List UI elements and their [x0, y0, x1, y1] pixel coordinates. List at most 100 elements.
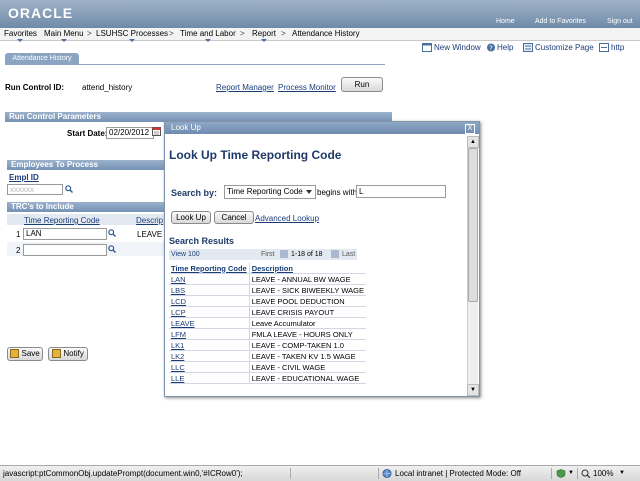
calendar-icon[interactable]: [152, 127, 161, 136]
search-results-table: Time Reporting Code Description LAN LEAVE…: [169, 263, 366, 384]
trc-row-number: 1: [16, 230, 21, 239]
scroll-down-icon[interactable]: ▼: [467, 384, 479, 396]
view-100-link[interactable]: View 100: [169, 251, 200, 258]
sign-out-link[interactable]: Sign out: [607, 18, 633, 25]
start-date-label: Start Date:: [67, 129, 108, 138]
run-control-label: Run Control ID:: [5, 83, 65, 92]
search-by-select[interactable]: Time Reporting Code: [224, 185, 316, 199]
breadcrumb-separator: >: [281, 29, 286, 38]
code-column-header[interactable]: Time Reporting Code: [169, 263, 250, 274]
table-row[interactable]: LAN LEAVE - ANNUAL BW WAGE: [169, 273, 366, 285]
result-code-link[interactable]: LCD: [171, 297, 186, 306]
last-link[interactable]: Last: [342, 249, 355, 260]
table-row[interactable]: LK1 LEAVE - COMP-TAKEN 1.0: [169, 339, 366, 351]
magnifier-icon[interactable]: [108, 229, 116, 237]
process-monitor-link[interactable]: Process Monitor: [278, 83, 336, 92]
search-by-label: Search by:: [171, 188, 218, 198]
lookup-modal: Look Up X Look Up Time Reporting Code Se…: [164, 121, 480, 397]
table-row[interactable]: LK2 LEAVE - TAKEN KV 1.5 WAGE: [169, 350, 366, 362]
result-description: Leave Accumulator: [249, 317, 366, 329]
globe-icon: [382, 469, 392, 478]
start-date-input[interactable]: 02/20/2012: [106, 127, 154, 139]
trc-code-input[interactable]: [23, 244, 107, 256]
breadcrumb-separator: >: [169, 29, 174, 38]
customize-page-link[interactable]: Customize Page: [535, 43, 594, 52]
menu-time-and-labor[interactable]: Time and Labor: [180, 29, 236, 42]
add-to-favorites-link[interactable]: Add to Favorites: [535, 18, 586, 25]
next-arrow-icon[interactable]: [331, 250, 339, 258]
table-row[interactable]: LCD LEAVE POOL DEDUCTION: [169, 295, 366, 307]
chevron-down-icon: [306, 190, 312, 194]
notify-button[interactable]: Notify: [48, 347, 88, 361]
scroll-up-icon[interactable]: ▲: [467, 136, 479, 148]
new-window-link[interactable]: New Window: [434, 43, 481, 52]
run-button[interactable]: Run: [341, 77, 383, 92]
http-link[interactable]: http: [611, 43, 624, 52]
breadcrumb-separator: >: [87, 29, 92, 38]
magnifier-icon[interactable]: [108, 245, 116, 253]
notify-button-label: Notify: [63, 349, 84, 358]
result-code-link[interactable]: LK2: [171, 352, 184, 361]
menu-report[interactable]: Report: [252, 29, 276, 42]
results-navigation-bar: View 100 First 1-18 of 18 Last: [169, 249, 357, 260]
employees-to-process-header: Employees To Process: [7, 160, 164, 170]
menu-lsuhsc-processes[interactable]: LSUHSC Processes: [96, 29, 168, 42]
result-description: LEAVE CRISIS PAYOUT: [249, 306, 366, 318]
empl-id-input[interactable]: xxxxxx: [7, 184, 63, 195]
zoom-level[interactable]: 100%: [593, 466, 613, 481]
result-code-link[interactable]: LLC: [171, 363, 185, 372]
result-code-link[interactable]: LBS: [171, 286, 185, 295]
search-results-title: Search Results: [169, 236, 235, 246]
menu-attendance-history: Attendance History: [292, 29, 360, 38]
table-row[interactable]: LBS LEAVE - SICK BIWEEKLY WAGE: [169, 284, 366, 296]
save-icon: [10, 349, 20, 359]
save-button[interactable]: Save: [7, 347, 43, 361]
lookup-button[interactable]: Look Up: [171, 211, 211, 224]
scrollbar-thumb[interactable]: [468, 148, 478, 302]
oracle-logo: ORACLE: [8, 5, 74, 21]
result-code-link[interactable]: LFM: [171, 330, 186, 339]
menu-main-menu[interactable]: Main Menu: [44, 29, 84, 42]
table-row[interactable]: LCP LEAVE CRISIS PAYOUT: [169, 306, 366, 318]
chevron-down-icon[interactable]: ▼: [568, 466, 574, 481]
result-description: LEAVE - SICK BIWEEKLY WAGE: [249, 284, 366, 296]
home-link[interactable]: Home: [496, 18, 515, 25]
result-description: LEAVE - CIVIL WAGE: [249, 361, 366, 373]
result-code-link[interactable]: LAN: [171, 275, 186, 284]
description-column-header[interactable]: Description: [249, 263, 366, 274]
close-icon[interactable]: X: [465, 124, 475, 134]
tab-attendance-history[interactable]: Attendance History: [5, 53, 79, 64]
result-code-link[interactable]: LK1: [171, 341, 184, 350]
advanced-lookup-link[interactable]: Advanced Lookup: [255, 214, 319, 223]
search-value-input[interactable]: L: [356, 185, 446, 198]
trc-code-input[interactable]: LAN: [23, 228, 107, 240]
report-manager-link[interactable]: Report Manager: [216, 83, 274, 92]
trc-description-value: LEAVE -: [137, 230, 168, 239]
table-row[interactable]: LEAVE Leave Accumulator: [169, 317, 366, 329]
zoom-icon[interactable]: [581, 469, 591, 478]
help-link[interactable]: Help: [497, 43, 513, 52]
status-divider: [551, 468, 552, 479]
protected-mode-icon[interactable]: [556, 469, 566, 478]
table-row[interactable]: LLE LEAVE - EDUCATIONAL WAGE: [169, 372, 366, 384]
customize-page-icon: [523, 43, 533, 52]
previous-arrow-icon[interactable]: [280, 250, 288, 258]
menu-favorites[interactable]: Favorites: [4, 29, 37, 42]
result-code-link[interactable]: LCP: [171, 308, 186, 317]
search-by-selected-value: Time Reporting Code: [227, 187, 303, 196]
table-row[interactable]: LLC LEAVE - CIVIL WAGE: [169, 361, 366, 373]
status-url: javascript:ptCommonObj.updatePrompt(docu…: [3, 469, 243, 478]
result-code-link[interactable]: LLE: [171, 374, 184, 383]
results-range: 1-18 of 18: [291, 251, 323, 258]
chevron-down-icon[interactable]: ▼: [619, 466, 625, 481]
begins-with-label: begins with: [317, 188, 358, 197]
result-code-link[interactable]: LEAVE: [171, 319, 195, 328]
first-link[interactable]: First: [261, 249, 275, 260]
cancel-button[interactable]: Cancel: [214, 211, 254, 224]
lookup-modal-header-title: Look Up: [171, 123, 201, 132]
empl-id-column-header: Empl ID: [9, 173, 39, 182]
lookup-modal-header[interactable]: Look Up: [165, 122, 479, 134]
magnifier-icon[interactable]: [65, 185, 73, 193]
table-row[interactable]: LFM FMLA LEAVE - HOURS ONLY: [169, 328, 366, 340]
new-window-icon: [422, 43, 432, 52]
